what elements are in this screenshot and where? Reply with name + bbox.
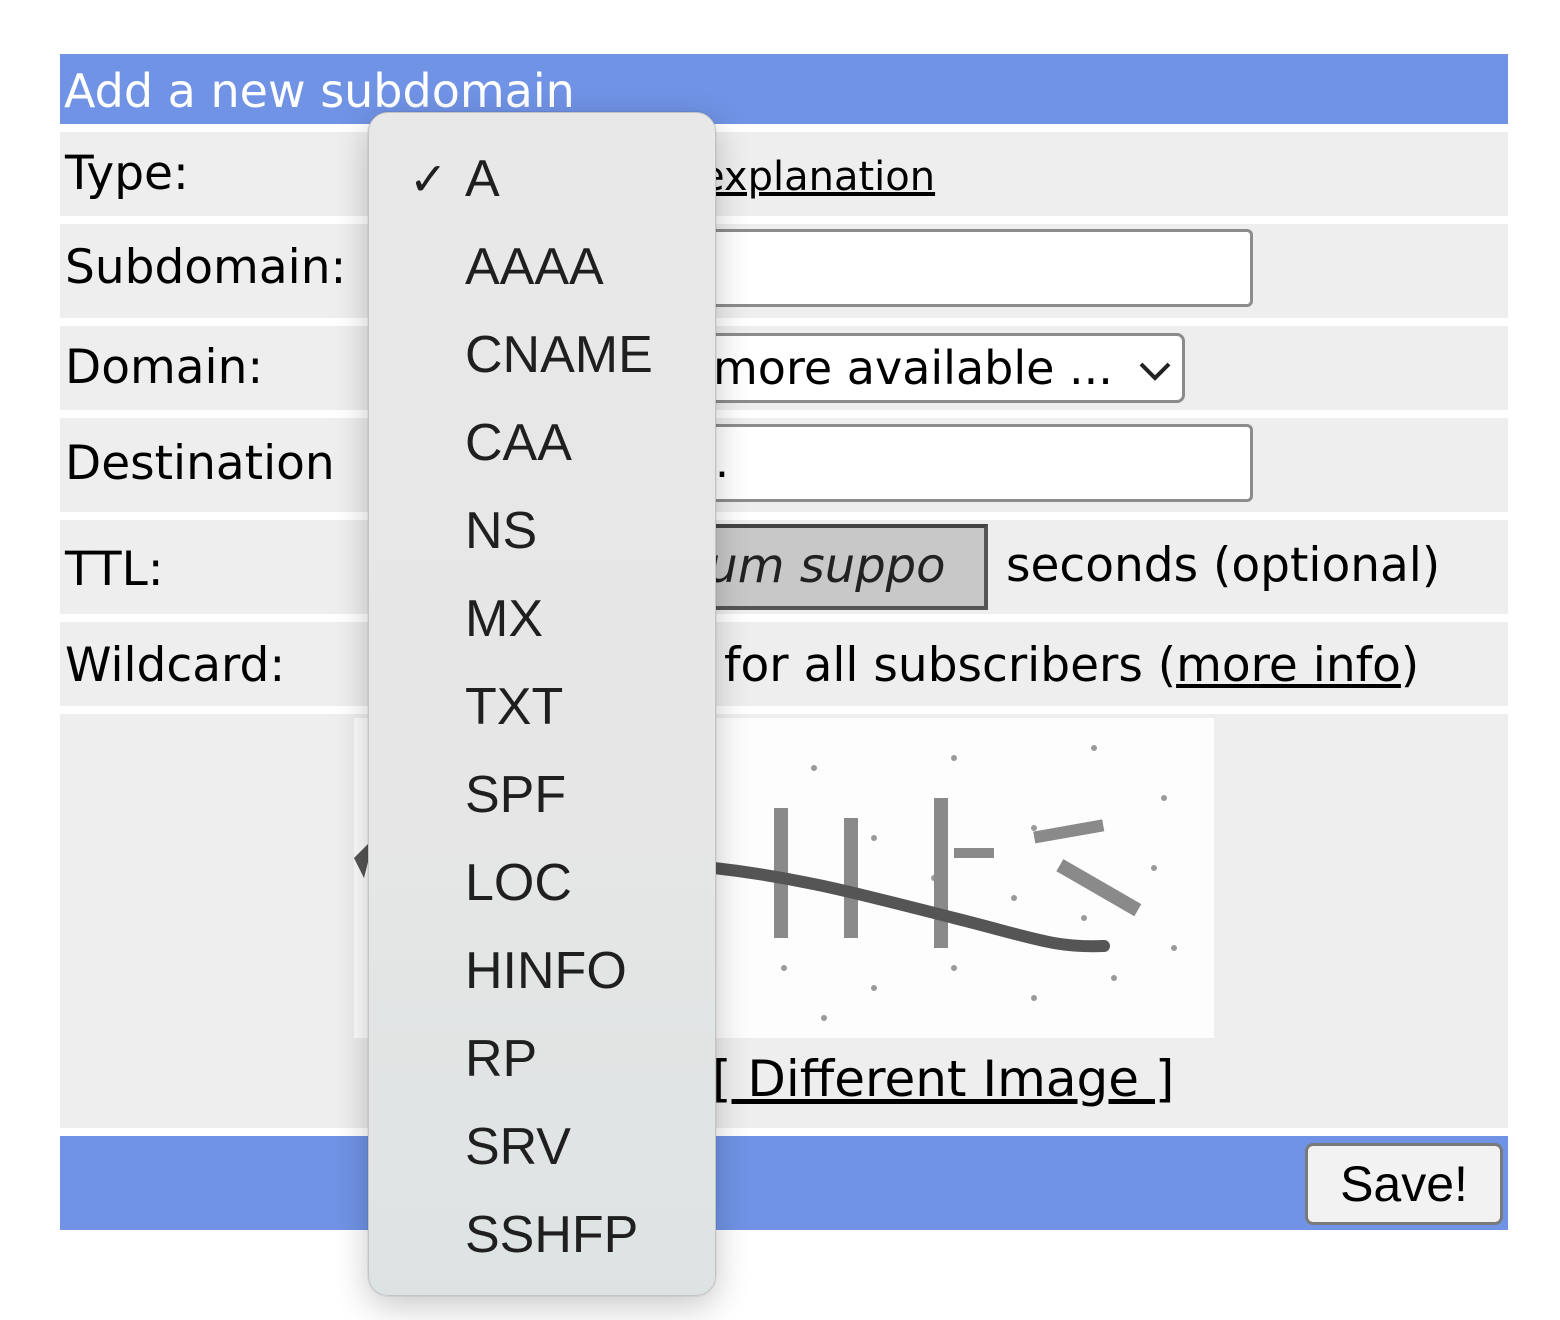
ttl-label: TTL: xyxy=(65,542,164,597)
type-option-label: SSHFP xyxy=(465,1206,639,1264)
type-option-sshfp[interactable]: SSHFP xyxy=(369,1191,715,1279)
type-option-spf[interactable]: SPF xyxy=(369,751,715,839)
form-footer xyxy=(60,1136,1508,1230)
type-option-label: CAA xyxy=(465,414,572,472)
wildcard-label: Wildcard: xyxy=(65,638,286,693)
wildcard-row: Wildcard: for all subscribers (more info… xyxy=(60,622,1508,706)
type-option-rp[interactable]: RP xyxy=(369,1015,715,1103)
type-option-cname[interactable]: CNAME xyxy=(369,311,715,399)
wildcard-description: for all subscribers (more info) xyxy=(724,638,1419,693)
type-option-label: A xyxy=(465,150,500,208)
type-label: Type: xyxy=(65,146,189,201)
type-option-label: RP xyxy=(465,1030,538,1088)
ttl-suffix: seconds (optional) xyxy=(1006,538,1441,593)
type-dropdown-menu[interactable]: ✓ A AAAA CNAME CAA NS MX TXT SPF LOC HINFO RP SRV SSH… xyxy=(368,112,716,1296)
type-row: Type: explanation xyxy=(60,132,1508,216)
form-title: Add a new subdomain xyxy=(60,54,1508,124)
destination-value: . xyxy=(715,437,729,488)
type-option-a[interactable]: ✓ A xyxy=(369,135,715,223)
type-option-label: TXT xyxy=(465,678,564,736)
explanation-link[interactable]: explanation xyxy=(700,154,935,200)
type-option-caa[interactable]: CAA xyxy=(369,399,715,487)
type-option-txt[interactable]: TXT xyxy=(369,663,715,751)
ttl-value: ium suppo xyxy=(694,538,946,594)
type-option-label: AAAA xyxy=(465,238,604,296)
checkmark-icon: ✓ xyxy=(409,153,448,205)
type-option-label: LOC xyxy=(465,854,572,912)
type-option-label: HINFO xyxy=(465,942,627,1000)
save-button[interactable]: Save! xyxy=(1305,1143,1503,1225)
domain-label: Domain: xyxy=(65,340,264,395)
type-option-label: SRV xyxy=(465,1118,571,1176)
type-option-label: SPF xyxy=(465,766,567,824)
type-option-label: NS xyxy=(465,502,538,560)
type-option-loc[interactable]: LOC xyxy=(369,839,715,927)
domain-selected-text: more available ... xyxy=(713,341,1113,395)
subdomain-label: Subdomain: xyxy=(65,240,347,295)
type-option-label: MX xyxy=(465,590,543,648)
different-image-link[interactable]: [ Different Image ] xyxy=(712,1050,1174,1108)
destination-label: Destination xyxy=(65,436,335,491)
type-option-ns[interactable]: NS xyxy=(369,487,715,575)
type-option-srv[interactable]: SRV xyxy=(369,1103,715,1191)
chevron-down-icon xyxy=(1139,362,1171,381)
type-option-aaaa[interactable]: AAAA xyxy=(369,223,715,311)
type-option-label: CNAME xyxy=(465,326,653,384)
wildcard-text: for all subscribers ( xyxy=(724,638,1177,693)
type-option-hinfo[interactable]: HINFO xyxy=(369,927,715,1015)
type-option-mx[interactable]: MX xyxy=(369,575,715,663)
more-info-link[interactable]: more info xyxy=(1176,638,1401,693)
wildcard-text-end: ) xyxy=(1400,638,1420,693)
